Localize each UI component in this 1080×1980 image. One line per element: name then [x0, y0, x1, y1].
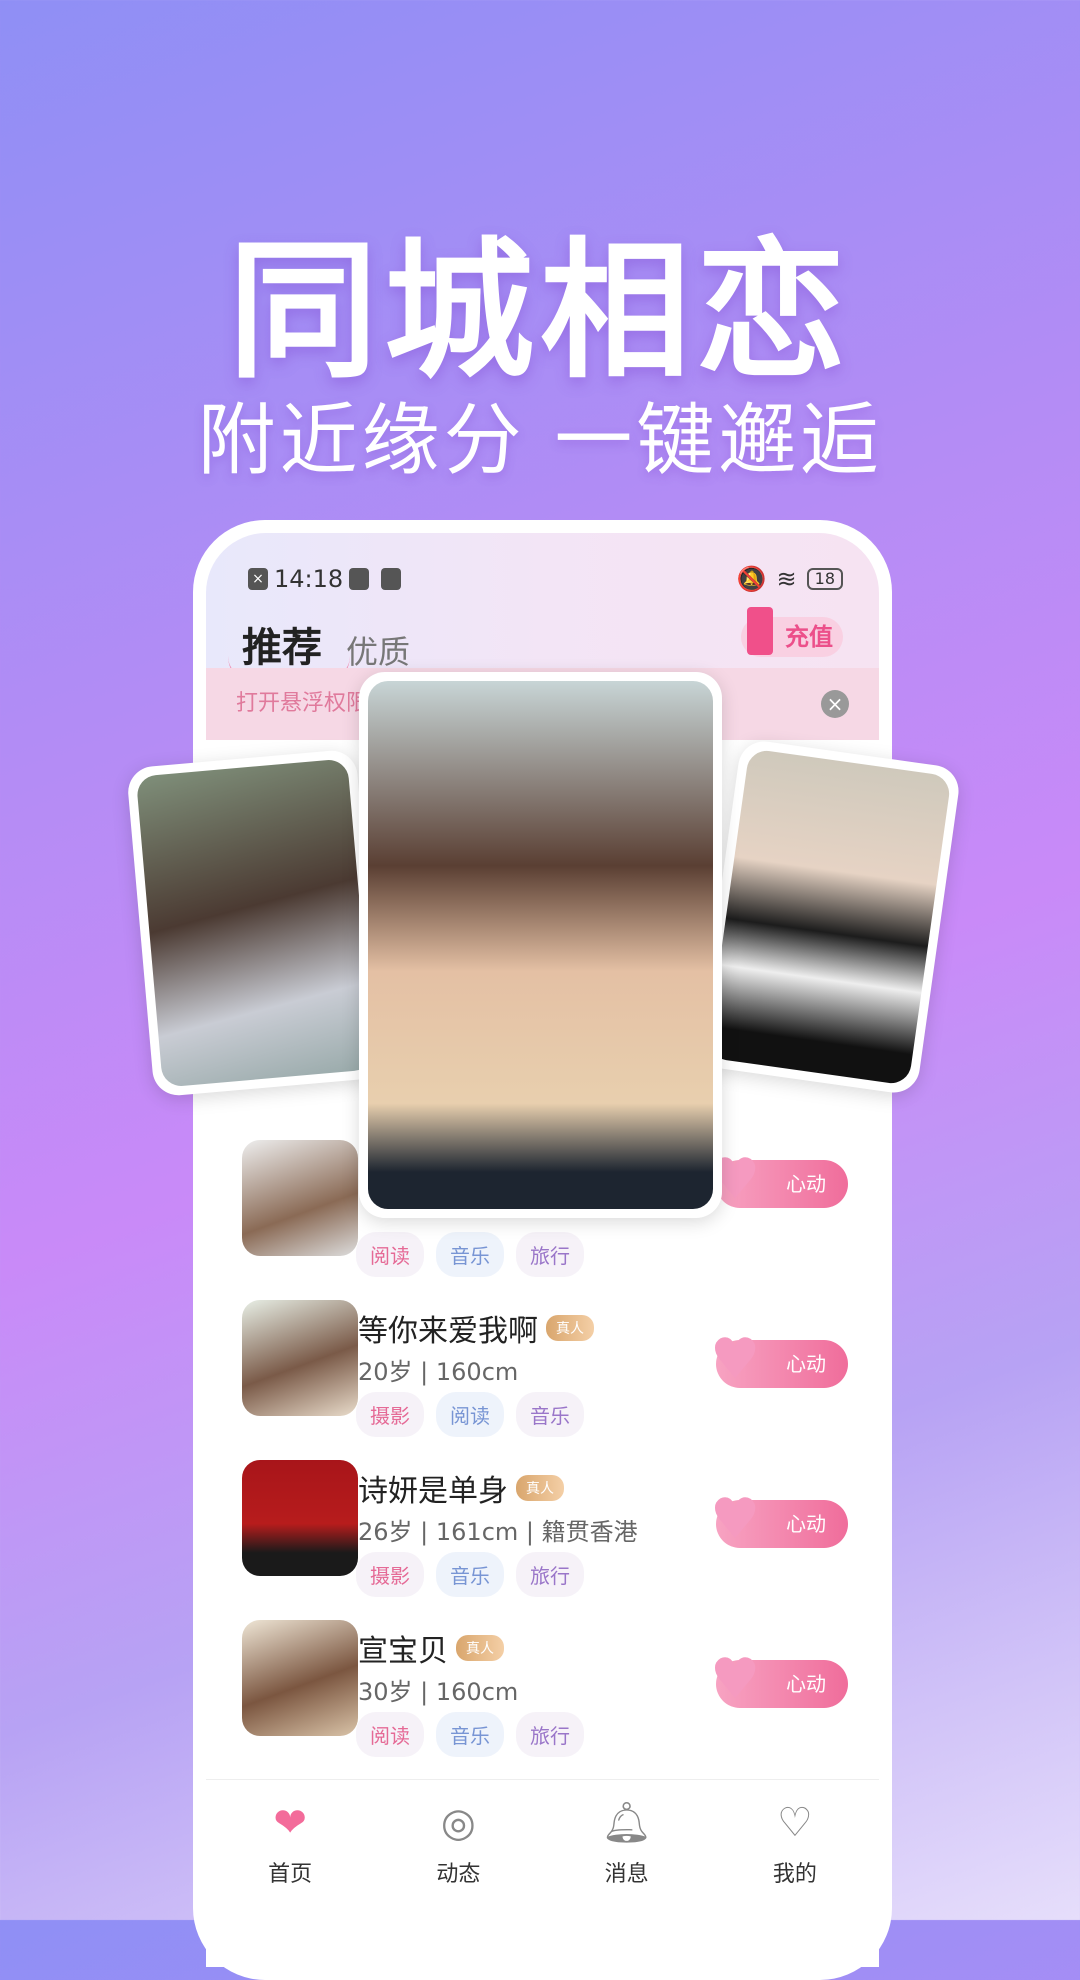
heart-icon: ♥ [710, 1487, 761, 1552]
list-item[interactable]: 等你来爱我啊 真人 20岁 | 160cm 摄影 阅读 音乐 ♥ 心动 [228, 1300, 848, 1437]
tag: 阅读 [356, 1232, 424, 1277]
avatar[interactable] [242, 1140, 358, 1256]
user-name: 诗妍是单身 [358, 1474, 508, 1509]
avatar[interactable] [242, 1300, 358, 1416]
profile-photo-card-main[interactable] [359, 672, 722, 1218]
tag: 音乐 [436, 1232, 504, 1277]
recharge-label: 充值 [785, 623, 833, 651]
verified-badge: 真人 [456, 1635, 504, 1661]
nav-messages[interactable]: 🔔︎ 消息 [543, 1780, 711, 1909]
avatar[interactable] [242, 1460, 358, 1576]
header: × 14:18 🔕 ≋ 18 推荐 优质 充值 [206, 533, 879, 687]
nav-home[interactable]: ❤ 首页 [206, 1780, 374, 1909]
tag: 阅读 [436, 1392, 504, 1437]
profile-photo-card-left[interactable] [126, 748, 384, 1098]
tag: 旅行 [516, 1552, 584, 1597]
verified-badge: 真人 [516, 1475, 564, 1501]
tag: 音乐 [516, 1392, 584, 1437]
tag: 旅行 [516, 1232, 584, 1277]
close-icon[interactable]: × [821, 690, 849, 718]
user-name: 等你来爱我啊 [358, 1314, 538, 1349]
tag: 音乐 [436, 1712, 504, 1757]
mute-icon: 🔕 [736, 565, 767, 593]
bottom-nav: ❤ 首页 ◎ 动态 🔔︎ 消息 ♡ 我的 [206, 1779, 879, 1909]
like-button[interactable]: ♥ 心动 [710, 1152, 848, 1208]
recharge-button[interactable]: 充值 [741, 607, 843, 657]
message-icon [381, 568, 402, 590]
hero-title: 同城相恋 [227, 225, 852, 399]
tag: 摄影 [356, 1552, 424, 1597]
tab-recommend[interactable]: 推荐 [228, 615, 350, 687]
red-envelope-icon [747, 607, 773, 655]
status-time: 14:18 [274, 565, 344, 593]
tag: 摄影 [356, 1392, 424, 1437]
heart-icon: ♥ [710, 1327, 761, 1392]
wifi-icon: ≋ [776, 565, 797, 593]
hero-subtitle: 附近缘分 一键邂逅 [197, 396, 883, 486]
banner-text: 打开悬浮权限 [236, 691, 369, 716]
tag: 旅行 [516, 1712, 584, 1757]
like-button[interactable]: ♥ 心动 [710, 1332, 848, 1388]
tag: 阅读 [356, 1712, 424, 1757]
battery-icon: 18 [806, 568, 843, 590]
nav-mine[interactable]: ♡ 我的 [711, 1780, 879, 1909]
user-info: 30岁 | 160cm [358, 1678, 519, 1706]
tab-quality[interactable]: 优质 [346, 627, 410, 673]
sim-icon [349, 568, 370, 590]
tag: 音乐 [436, 1552, 504, 1597]
user-name: 宣宝贝 [358, 1634, 448, 1669]
like-button[interactable]: ♥ 心动 [710, 1652, 848, 1708]
status-bar: × 14:18 🔕 ≋ 18 [242, 561, 843, 597]
verified-badge: 真人 [546, 1315, 594, 1341]
list-item[interactable]: 诗妍是单身 真人 26岁 | 161cm | 籍贯香港 摄影 音乐 旅行 ♥ 心动 [228, 1460, 848, 1597]
avatar[interactable] [242, 1620, 358, 1736]
user-info: 26岁 | 161cm | 籍贯香港 [358, 1518, 638, 1546]
compass-icon: ◎ [440, 1800, 476, 1846]
notification-icon: × [248, 568, 268, 590]
user-info: 20岁 | 160cm [358, 1358, 519, 1386]
heart-smile-icon: ♡ [776, 1800, 813, 1846]
like-button[interactable]: ♥ 心动 [710, 1492, 848, 1548]
home-heart-icon: ❤ [273, 1800, 307, 1846]
profile-photo-card-right[interactable] [696, 738, 962, 1096]
bell-icon: 🔔︎ [601, 1800, 653, 1846]
nav-moments[interactable]: ◎ 动态 [374, 1780, 542, 1909]
heart-icon: ♥ [710, 1647, 761, 1712]
list-item[interactable]: 宣宝贝 真人 30岁 | 160cm 阅读 音乐 旅行 ♥ 心动 [228, 1620, 848, 1757]
